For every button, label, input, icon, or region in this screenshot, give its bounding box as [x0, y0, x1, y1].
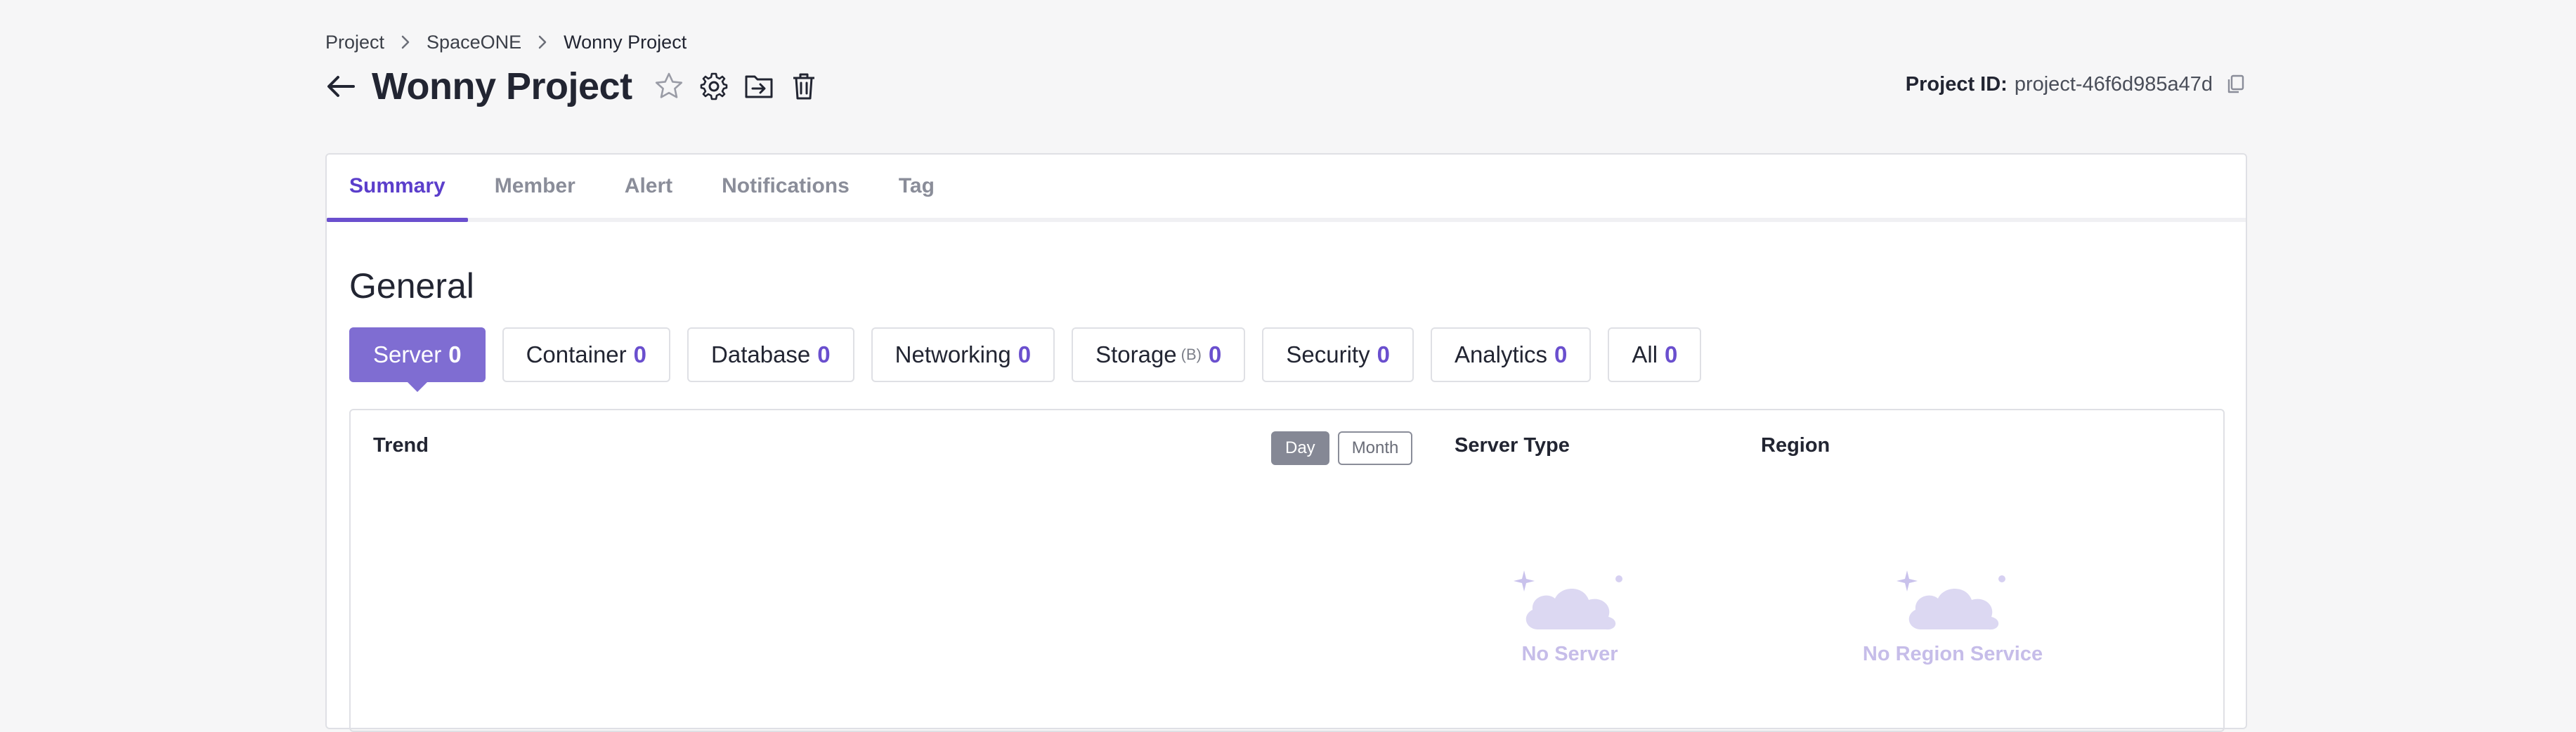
back-button[interactable] — [325, 67, 365, 106]
category-security[interactable]: Security 0 — [1262, 327, 1414, 382]
category-count: 0 — [817, 341, 831, 367]
project-id-label: Project ID: — [1905, 72, 2008, 96]
tab-notifications[interactable]: Notifications — [722, 174, 850, 218]
title-actions — [653, 71, 819, 102]
tab-tag[interactable]: Tag — [899, 174, 935, 218]
day-toggle-button[interactable]: Day — [1271, 431, 1329, 465]
category-count: 0 — [448, 341, 462, 367]
server-type-title: Server Type — [1455, 434, 1570, 457]
breadcrumb-current: Wonny Project — [564, 31, 687, 53]
tab-summary[interactable]: Summary — [327, 174, 468, 222]
copy-button[interactable] — [2223, 72, 2248, 97]
project-id-value: project-46f6d985a47d — [2014, 72, 2213, 96]
category-label: Security — [1286, 341, 1370, 367]
section-title: General — [349, 266, 474, 306]
period-toggle: Day Month — [1271, 431, 1413, 465]
arrow-left-icon — [327, 76, 355, 97]
copy-icon — [2227, 74, 2244, 93]
category-count: 0 — [1209, 341, 1222, 367]
empty-region-text: No Region Service — [1862, 643, 2043, 665]
project-card: Summary Member Alert Notifications Tag G… — [325, 153, 2247, 732]
category-count: 0 — [1665, 341, 1678, 367]
category-label: Storage — [1095, 341, 1177, 367]
star-icon — [655, 72, 682, 98]
delete-button[interactable] — [788, 71, 819, 102]
category-tabs: Server 0 Container 0 Database 0 Networking 0… — [349, 327, 1702, 392]
category-networking[interactable]: Networking 0 — [871, 327, 1055, 382]
page-header: Wonny Project Project ID: project-46f6d9 — [325, 62, 2248, 111]
category-label: Container — [526, 341, 627, 367]
settings-button[interactable] — [698, 71, 729, 102]
tab-alert[interactable]: Alert — [625, 174, 672, 218]
empty-region: No Region Service — [1840, 565, 2065, 666]
category-database[interactable]: Database 0 — [687, 327, 854, 382]
category-server[interactable]: Server 0 — [349, 327, 486, 392]
category-count: 0 — [633, 341, 647, 367]
empty-server-text: No Server — [1521, 643, 1618, 665]
region-title: Region — [1761, 434, 1830, 457]
cloud-icon — [1897, 570, 2005, 630]
category-all[interactable]: All 0 — [1608, 327, 1702, 382]
category-label: All — [1632, 341, 1658, 367]
server-summary-panel: Trend Day Month Server Type Region No Se… — [349, 409, 2225, 732]
category-label: Server — [373, 341, 442, 367]
category-label: Analytics — [1454, 341, 1547, 367]
cloud-icon — [1514, 570, 1622, 630]
favorite-button[interactable] — [653, 71, 684, 102]
month-toggle-button[interactable]: Month — [1337, 431, 1413, 465]
page-title: Wonny Project — [372, 65, 632, 107]
category-container[interactable]: Container 0 — [502, 327, 671, 382]
breadcrumb: Project SpaceONE Wonny Project — [325, 28, 687, 56]
chevron-right-icon — [400, 34, 411, 50]
tab-member[interactable]: Member — [495, 174, 575, 218]
breadcrumb-project[interactable]: Project — [325, 32, 384, 53]
trend-title: Trend — [373, 434, 429, 457]
category-count: 0 — [1017, 341, 1032, 367]
folder-move-icon — [745, 75, 773, 98]
move-project-button[interactable] — [743, 71, 774, 102]
category-storage[interactable]: Storage (B) 0 — [1072, 327, 1246, 382]
category-label: Database — [711, 341, 811, 367]
category-analytics[interactable]: Analytics 0 — [1430, 327, 1592, 382]
category-count: 0 — [1377, 341, 1390, 367]
category-label: Networking — [895, 341, 1011, 367]
tab-bar: Summary Member Alert Notifications Tag — [327, 155, 2246, 222]
gear-icon — [700, 72, 727, 100]
category-count: 0 — [1554, 341, 1568, 367]
empty-server: No Server — [1457, 565, 1682, 666]
storage-unit-badge: (B) — [1180, 346, 1202, 363]
trash-icon — [793, 73, 814, 100]
project-id: Project ID: project-46f6d985a47d — [1906, 72, 2248, 97]
breadcrumb-spaceone[interactable]: SpaceONE — [427, 32, 521, 53]
chevron-right-icon — [537, 34, 548, 50]
